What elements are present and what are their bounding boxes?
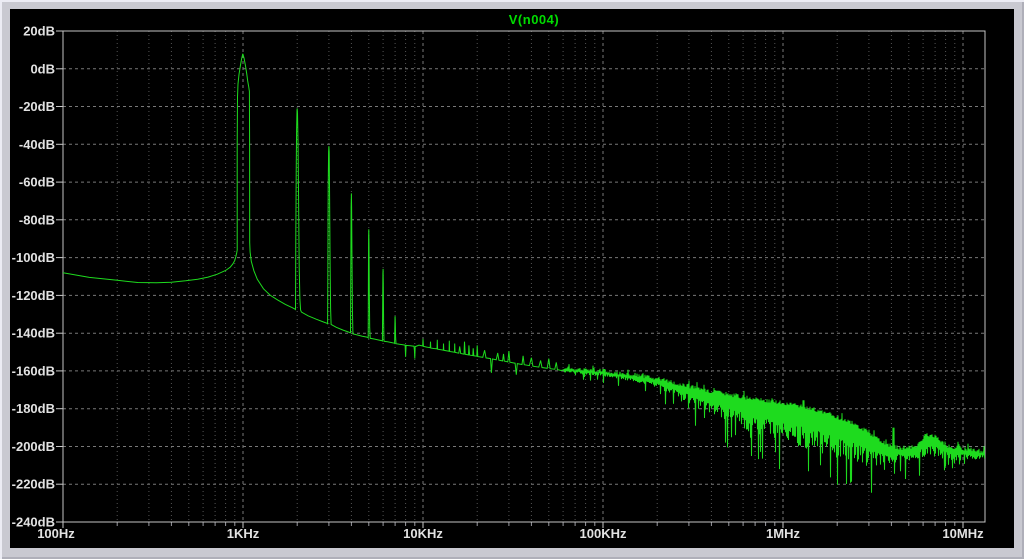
y-tick-label: 0dB: [30, 61, 55, 76]
y-tick-label: -120dB: [12, 288, 55, 303]
x-tick-label: 10KHz: [403, 526, 443, 541]
waveform-pane[interactable]: V(n004) 20dB 0dB -20dB -40dB -60dB -80dB -100d…: [10, 9, 1014, 548]
y-tick-label: -220dB: [12, 477, 55, 492]
y-tick-label: -40dB: [19, 137, 55, 152]
y-tick-label: -180dB: [12, 401, 55, 416]
x-tick-label: 1KHz: [227, 526, 260, 541]
y-tick-label: -60dB: [19, 175, 55, 190]
x-tick-label: 100KHz: [580, 526, 627, 541]
window-frame: V(n004) 20dB 0dB -20dB -40dB -60dB -80dB -100d…: [0, 0, 1024, 559]
fft-plot[interactable]: 20dB 0dB -20dB -40dB -60dB -80dB -100dB -120dB -…: [10, 9, 1014, 548]
y-tick-label: -100dB: [12, 250, 55, 265]
y-tick-label: 20dB: [23, 24, 55, 39]
y-tick-label: -140dB: [12, 326, 55, 341]
x-tick-label: 10MHz: [942, 526, 984, 541]
x-tick-label: 100Hz: [37, 526, 75, 541]
y-tick-label: -20dB: [19, 99, 55, 114]
fft-trace[interactable]: [62, 53, 985, 493]
y-tick-label: -80dB: [19, 212, 55, 227]
y-tick-label: -160dB: [12, 363, 55, 378]
x-tick-label: 1MHz: [766, 526, 800, 541]
y-tick-label: -200dB: [12, 439, 55, 454]
